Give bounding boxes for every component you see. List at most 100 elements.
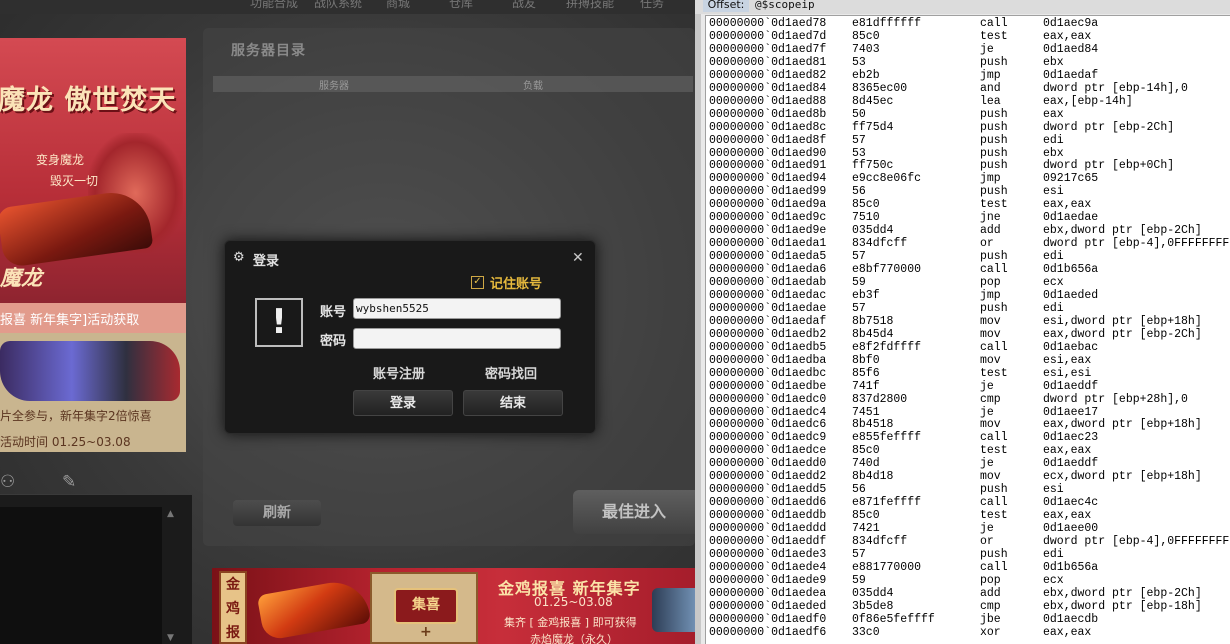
top-nav-item[interactable]: 商城 [386, 0, 410, 11]
login-button[interactable]: 登录 [353, 390, 453, 416]
promo-banner[interactable]: 金 鸡 报 集喜 + 金鸡报喜 新年集字 01.25~03.08 集齐 [ 金鸡… [212, 568, 695, 644]
disassembly-row[interactable]: 00000000`0d1aed81 53 push ebx [706, 56, 1230, 69]
offset-expression[interactable]: @$scopeip [755, 0, 815, 11]
refresh-button[interactable]: 刷新 [233, 500, 321, 526]
instruction-operands: ebx [1043, 146, 1064, 160]
disassembly-row[interactable]: 00000000`0d1aeda6 e8bf770000 call 0d1b656a [706, 263, 1230, 276]
disassembly-row[interactable]: 00000000`0d1aed7d 85c0 test eax,eax [706, 30, 1230, 43]
instruction-bytes: ff75d4 [852, 120, 894, 134]
disassembly-row[interactable]: 00000000`0d1aeda1 834dfcff or dword ptr [eb… [706, 237, 1230, 250]
disassembly-row[interactable]: 00000000`0d1aedbc 85f6 test esi,esi [706, 367, 1230, 380]
top-nav-item[interactable]: 战队系统 [314, 0, 362, 11]
instruction-mnemonic: call [980, 560, 1008, 574]
top-nav-item[interactable]: 仓库 [449, 0, 473, 11]
disassembly-row[interactable]: 00000000`0d1aeddf 834dfcff or dword ptr [eb… [706, 535, 1230, 548]
instruction-operands: ebx,dword ptr [ebp-2Ch] [1043, 224, 1202, 238]
instruction-mnemonic: test [980, 366, 1008, 380]
promo-desc: 集齐 [ 金鸡报喜 ] 即可获得 [504, 616, 637, 629]
disassembly-row[interactable]: 00000000`0d1aed9c 7510 jne 0d1aedae [706, 211, 1230, 224]
disassembly-row[interactable]: 00000000`0d1aed82 eb2b jmp 0d1aedaf [706, 69, 1230, 82]
recover-password-link[interactable]: 密码找回 [485, 363, 537, 382]
banner-text: 片全参与，新年集字2倍惊喜 [0, 409, 152, 423]
chat-area[interactable] [0, 507, 162, 644]
disassembly-row[interactable]: 00000000`0d1aedf0 0f86e5feffff jbe 0d1aecdb [706, 613, 1230, 626]
disassembly-row[interactable]: 00000000`0d1aede3 57 push edi [706, 548, 1230, 561]
disassembly-row[interactable]: 00000000`0d1aedc0 837d2800 cmp dword ptr [e… [706, 393, 1230, 406]
disassembly-row[interactable]: 00000000`0d1aedac eb3f jmp 0d1aeded [706, 289, 1230, 302]
close-icon[interactable]: ✕ [572, 250, 584, 266]
disassembly-row[interactable]: 00000000`0d1aedba 8bf0 mov esi,eax [706, 354, 1230, 367]
disassembly-row[interactable]: 00000000`0d1aedf6 33c0 xor eax,eax [706, 626, 1230, 639]
scroll-down-icon[interactable]: ▼ [167, 633, 174, 643]
disassembly-row[interactable]: 00000000`0d1aedd2 8b4d18 mov ecx,dword ptr … [706, 470, 1230, 483]
disassembly-row[interactable]: 00000000`0d1aed88 8d45ec lea eax,[ebp-14h] [706, 95, 1230, 108]
disassembly-row[interactable]: 00000000`0d1aed84 8365ec00 and dword ptr [e… [706, 82, 1230, 95]
offset-label: Offset: [703, 0, 749, 12]
login-dialog: ⚙ 登录 ✕ ✓ 记住账号 ! 账号 密码 账号注册 密码找回 登录 结束 [224, 240, 596, 434]
column-header-load[interactable]: 负载 [523, 77, 543, 92]
disassembly-row[interactable]: 00000000`0d1aeddb 85c0 test eax,eax [706, 509, 1230, 522]
register-link[interactable]: 账号注册 [373, 363, 425, 382]
disassembly-row[interactable]: 00000000`0d1aed9e 035dd4 add ebx,dword ptr … [706, 224, 1230, 237]
instruction-mnemonic: push [980, 107, 1008, 121]
disassembly-row[interactable]: 00000000`0d1aede9 59 pop ecx [706, 574, 1230, 587]
instruction-bytes: 33c0 [852, 625, 880, 639]
disassembly-row[interactable]: 00000000`0d1aeda5 57 push edi [706, 250, 1230, 263]
end-button[interactable]: 结束 [463, 390, 563, 416]
disassembly-row[interactable]: 00000000`0d1aed78 e81dffffff call 0d1aec9a [706, 17, 1230, 30]
instruction-bytes: 56 [852, 483, 866, 497]
disassembly-row[interactable]: 00000000`0d1aed8b 50 push eax [706, 108, 1230, 121]
disassembly-row[interactable]: 00000000`0d1aedd5 56 push esi [706, 483, 1230, 496]
disassembly-row[interactable]: 00000000`0d1aedb5 e8f2fdffff call 0d1aebac [706, 341, 1230, 354]
instruction-address: 00000000`0d1aed8b [709, 107, 827, 121]
disassembly-row[interactable]: 00000000`0d1aedd0 740d je 0d1aeddf [706, 457, 1230, 470]
instruction-bytes: e871feffff [852, 496, 922, 510]
instruction-mnemonic: push [980, 55, 1008, 69]
disassembly-row[interactable]: 00000000`0d1aeddd 7421 je 0d1aee00 [706, 522, 1230, 535]
top-nav-item[interactable]: 战友 [512, 0, 536, 11]
disassembly-row[interactable]: 00000000`0d1aed9a 85c0 test eax,eax [706, 198, 1230, 211]
best-enter-button[interactable]: 最佳进入 [573, 490, 695, 534]
scroll-up-icon[interactable]: ▲ [167, 509, 174, 519]
disassembly-row[interactable]: 00000000`0d1aedc6 8b4518 mov eax,dword ptr … [706, 418, 1230, 431]
edit-icon[interactable]: ✎ [62, 472, 76, 492]
event-banner[interactable]: 魔龙 傲世焚天 变身魔龙 毁灭一切 魔龙 报喜 新年集字]活动获取 片全参与，新… [0, 38, 186, 452]
disassembly-row[interactable]: 00000000`0d1aed91 ff750c push dword ptr [eb… [706, 159, 1230, 172]
disassembly-row[interactable]: 00000000`0d1aedab 59 pop ecx [706, 276, 1230, 289]
disassembly-row[interactable]: 00000000`0d1aedae 57 push edi [706, 302, 1230, 315]
instruction-bytes: 3b5de8 [852, 599, 894, 613]
disassembly-row[interactable]: 00000000`0d1aedea 035dd4 add ebx,dword ptr … [706, 587, 1230, 600]
window-splitter[interactable] [695, 0, 701, 644]
disassembly-row[interactable]: 00000000`0d1aed8c ff75d4 push dword ptr [eb… [706, 121, 1230, 134]
top-nav-item[interactable]: 拼搏技能 [566, 0, 614, 11]
top-nav-item[interactable]: 功能合成 [250, 0, 298, 11]
banner-date: 活动时间 01.25~03.08 [0, 435, 131, 449]
friend-search-icon[interactable]: ⚇ [0, 472, 15, 492]
disassembly-row[interactable]: 00000000`0d1aedc9 e855feffff call 0d1aec23 [706, 431, 1230, 444]
checkbox-check-icon[interactable]: ✓ [471, 276, 484, 289]
disassembly-row[interactable]: 00000000`0d1aed94 e9cc8e06fc jmp 09217c65 [706, 172, 1230, 185]
disassembly-row[interactable]: 00000000`0d1aedaf 8b7518 mov esi,dword ptr … [706, 315, 1230, 328]
instruction-bytes: 8365ec00 [852, 81, 908, 95]
disassembly-row[interactable]: 00000000`0d1aed99 56 push esi [706, 185, 1230, 198]
disassembly-row[interactable]: 00000000`0d1aeded 3b5de8 cmp ebx,dword ptr … [706, 600, 1230, 613]
disassembly-row[interactable]: 00000000`0d1aed8f 57 push edi [706, 134, 1230, 147]
disassembly-listing[interactable]: 00000000`0d1aed78 e81dffffff call 0d1aec9a 0… [705, 15, 1230, 644]
account-input[interactable] [353, 298, 561, 319]
disassembly-row[interactable]: 00000000`0d1aedd6 e871feffff call 0d1aec4c [706, 496, 1230, 509]
instruction-address: 00000000`0d1aed78 [709, 17, 827, 30]
disassembly-row[interactable]: 00000000`0d1aedce 85c0 test eax,eax [706, 444, 1230, 457]
disassembly-row[interactable]: 00000000`0d1aedbe 741f je 0d1aeddf [706, 380, 1230, 393]
remember-account-label[interactable]: 记住账号 [490, 273, 542, 292]
disassembly-row[interactable]: 00000000`0d1aed90 53 push ebx [706, 147, 1230, 160]
instruction-mnemonic: jne [980, 211, 1001, 225]
disassembly-row[interactable]: 00000000`0d1aed7f 7403 je 0d1aed84 [706, 43, 1230, 56]
disassembly-row[interactable]: 00000000`0d1aedb2 8b45d4 mov eax,dword ptr … [706, 328, 1230, 341]
column-header-server[interactable]: 服务器 [319, 77, 349, 92]
instruction-bytes: 85c0 [852, 198, 880, 212]
disassembly-row[interactable]: 00000000`0d1aede4 e881770000 call 0d1b656a [706, 561, 1230, 574]
disassembly-row[interactable]: 00000000`0d1aedc4 7451 je 0d1aee17 [706, 406, 1230, 419]
password-input[interactable] [353, 328, 561, 349]
top-nav-item[interactable]: 任务 [640, 0, 664, 11]
promo-side-char: 金 [226, 577, 240, 593]
